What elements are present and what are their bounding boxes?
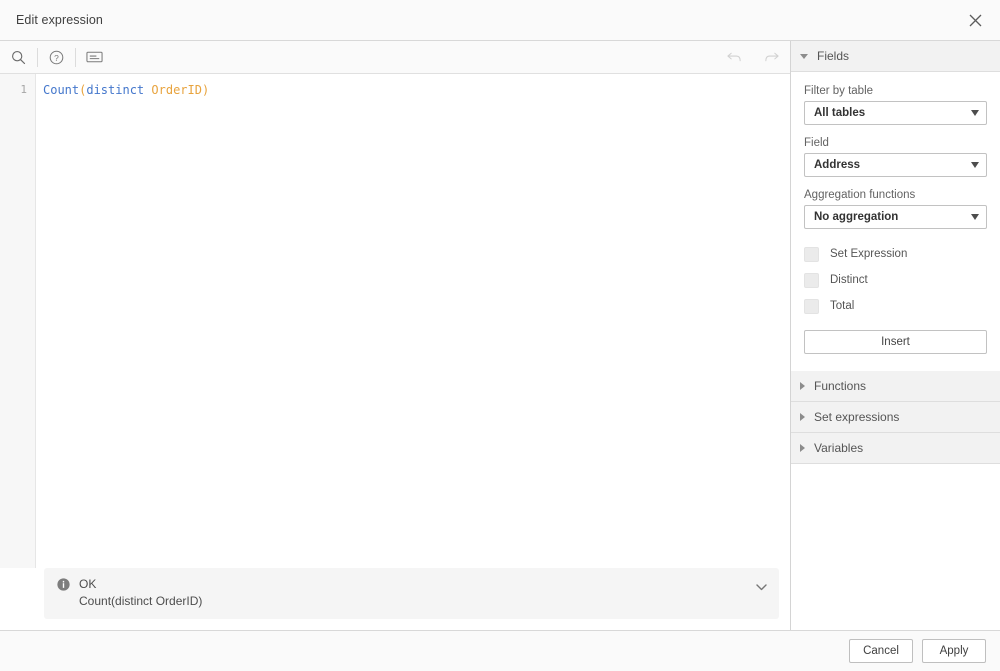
filter-by-table-label: Filter by table [804, 85, 874, 97]
checkbox-row-total[interactable]: Total [804, 293, 987, 319]
token-function: Count [43, 83, 80, 97]
panel-spacer [804, 354, 987, 371]
redo-arrow-icon[interactable] [753, 41, 790, 73]
editor-pane: ? 1 Count(distinct OrderID) OK Count(dis… [0, 41, 790, 630]
close-icon-glyph [969, 14, 981, 26]
svg-text:?: ? [54, 52, 59, 62]
undo-arrow-icon-glyph [727, 52, 741, 62]
fields-panel-body: Filter by table All tables Field Address… [791, 72, 1000, 371]
status-expression-preview: Count(distinct OrderID) [79, 594, 203, 608]
accordion-header-variables[interactable]: Variables [791, 433, 1000, 464]
dialog-title: Edit expression [16, 13, 103, 27]
checkbox-label-distinct: Distinct [830, 274, 868, 286]
editor-toolbar: ? [0, 41, 790, 74]
edit-expression-dialog: Edit expression ? 1 Count(distinct Order… [0, 0, 1000, 671]
chevron-down-icon [971, 214, 979, 220]
close-icon[interactable] [960, 5, 990, 35]
checkbox-label-set-expression: Set Expression [830, 248, 908, 260]
caret-down-icon [800, 53, 808, 59]
status-bar-container: OK Count(distinct OrderID) [0, 568, 790, 630]
accordion-label-functions: Functions [814, 379, 867, 393]
token-keyword: distinct [86, 83, 145, 97]
dialog-body: ? 1 Count(distinct OrderID) OK Count(dis… [0, 41, 1000, 630]
aggregation-functions-label: Aggregation functions [804, 189, 916, 201]
search-icon-glyph [12, 50, 26, 64]
chevron-down-icon[interactable] [756, 580, 767, 594]
checkbox-set-expression[interactable] [804, 246, 819, 262]
checkbox-total[interactable] [804, 298, 819, 314]
accordion-label-set-expressions: Set expressions [814, 410, 900, 424]
token-close-paren: ) [201, 83, 210, 97]
snippet-card-icon-glyph [86, 51, 103, 63]
dialog-titlebar: Edit expression [0, 0, 1000, 41]
token-field: OrderID [151, 83, 202, 97]
caret-right-icon [800, 444, 805, 452]
aggregation-functions-value: No aggregation [814, 211, 899, 223]
checkbox-distinct[interactable] [804, 272, 819, 288]
apply-button[interactable]: Apply [922, 639, 986, 663]
field-label: Field [804, 137, 829, 149]
expression-status-bar: OK Count(distinct OrderID) [44, 568, 779, 619]
snippet-card-icon[interactable] [76, 41, 113, 73]
help-circle-icon-glyph: ? [49, 50, 64, 64]
field-select[interactable]: Address [804, 153, 987, 177]
checkbox-label-total: Total [830, 300, 855, 312]
filter-by-table-select[interactable]: All tables [804, 101, 987, 125]
info-circle-icon [57, 577, 70, 591]
search-icon[interactable] [0, 41, 37, 73]
status-row: OK [57, 577, 767, 591]
chevron-down-icon-glyph [756, 584, 767, 591]
dialog-footer: Cancel Apply [0, 630, 1000, 671]
filter-by-table-value: All tables [814, 107, 866, 119]
undo-arrow-icon[interactable] [716, 41, 753, 73]
caret-right-icon [800, 413, 805, 421]
option-checkbox-list: Set Expression Distinct Total [804, 241, 987, 319]
accordion-header-fields[interactable]: Fields [791, 41, 1000, 72]
chevron-down-icon [971, 110, 979, 116]
code-editor[interactable]: 1 Count(distinct OrderID) [0, 74, 790, 568]
field-value: Address [814, 159, 861, 171]
accordion-label-fields: Fields [817, 49, 850, 63]
insert-button[interactable]: Insert [804, 330, 987, 354]
editor-gutter: 1 [0, 74, 36, 568]
line-number: 1 [20, 83, 27, 96]
caret-right-icon [800, 382, 805, 390]
accordion-label-variables: Variables [814, 441, 864, 455]
help-circle-icon[interactable]: ? [38, 41, 75, 73]
checkbox-row-set-expression[interactable]: Set Expression [804, 241, 987, 267]
side-panel: Fields Filter by table All tables Field … [790, 41, 1000, 630]
status-label: OK [79, 577, 97, 591]
redo-arrow-icon-glyph [765, 52, 779, 62]
accordion-header-functions[interactable]: Functions [791, 371, 1000, 402]
expression-code-input[interactable]: Count(distinct OrderID) [36, 74, 790, 568]
chevron-down-icon [971, 162, 979, 168]
accordion-header-set-expressions[interactable]: Set expressions [791, 402, 1000, 433]
checkbox-row-distinct[interactable]: Distinct [804, 267, 987, 293]
cancel-button[interactable]: Cancel [849, 639, 913, 663]
aggregation-functions-select[interactable]: No aggregation [804, 205, 987, 229]
